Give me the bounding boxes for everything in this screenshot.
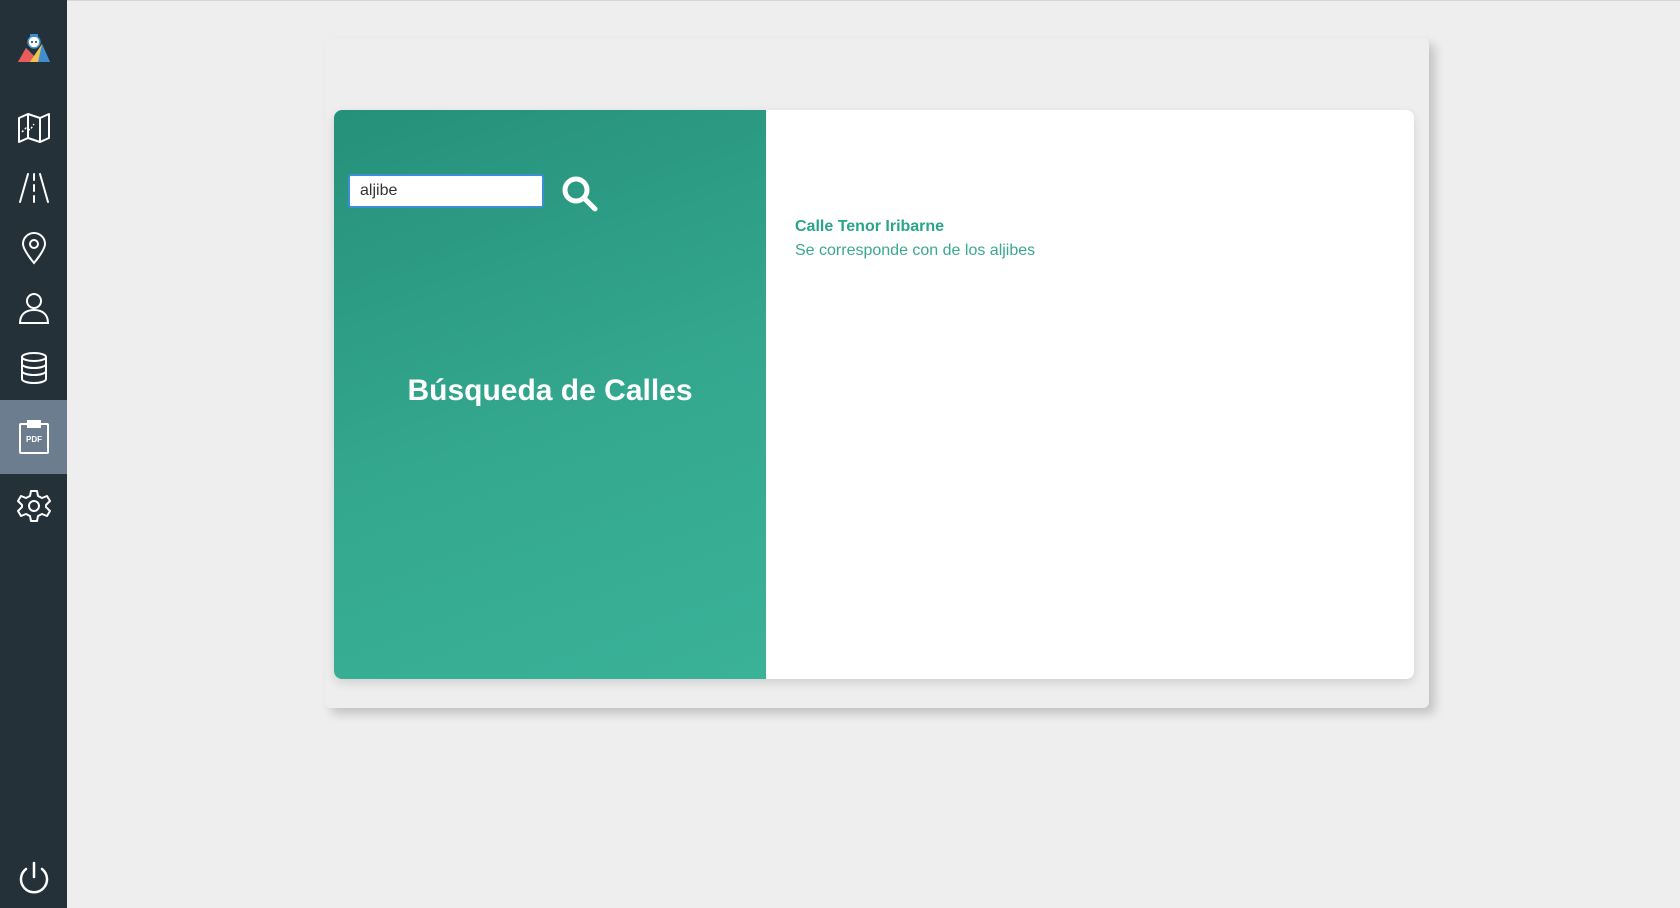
location-pin-icon	[21, 232, 46, 265]
search-button[interactable]	[560, 174, 600, 214]
search-input[interactable]	[348, 174, 544, 208]
sidebar-item-logout[interactable]	[0, 850, 67, 906]
map-icon	[17, 113, 50, 143]
app-logo[interactable]	[0, 26, 67, 70]
search-icon	[562, 176, 598, 212]
sidebar-item-pdf[interactable]: PDF	[0, 400, 67, 474]
street-search-card: Búsqueda de Calles Calle Tenor Iribarne …	[334, 110, 1414, 679]
sidebar-item-roads[interactable]	[0, 160, 67, 216]
sidebar: PDF	[0, 0, 67, 908]
gear-icon	[16, 490, 51, 522]
top-border	[0, 0, 1680, 1]
panel-title: Búsqueda de Calles	[407, 374, 693, 407]
road-icon	[18, 173, 49, 203]
sidebar-item-locations[interactable]	[0, 220, 67, 276]
results-panel: Calle Tenor Iribarne Se corresponde con …	[766, 110, 1414, 679]
result-item[interactable]: Calle Tenor Iribarne Se corresponde con …	[795, 215, 1035, 263]
sidebar-item-users[interactable]	[0, 280, 67, 336]
database-icon	[20, 352, 47, 385]
search-panel: Búsqueda de Calles	[334, 110, 766, 679]
sidebar-item-database[interactable]	[0, 340, 67, 396]
result-description: Se corresponde con de los aljibes	[795, 242, 1036, 259]
pdf-clipboard-icon: PDF	[18, 420, 49, 454]
sidebar-item-settings[interactable]	[0, 478, 67, 534]
sidebar-item-map[interactable]	[0, 100, 67, 156]
pdf-label: PDF	[26, 435, 42, 444]
power-icon	[19, 861, 48, 894]
logo-icon	[17, 34, 50, 62]
user-icon	[18, 293, 49, 324]
result-title[interactable]: Calle Tenor Iribarne	[795, 215, 1035, 239]
